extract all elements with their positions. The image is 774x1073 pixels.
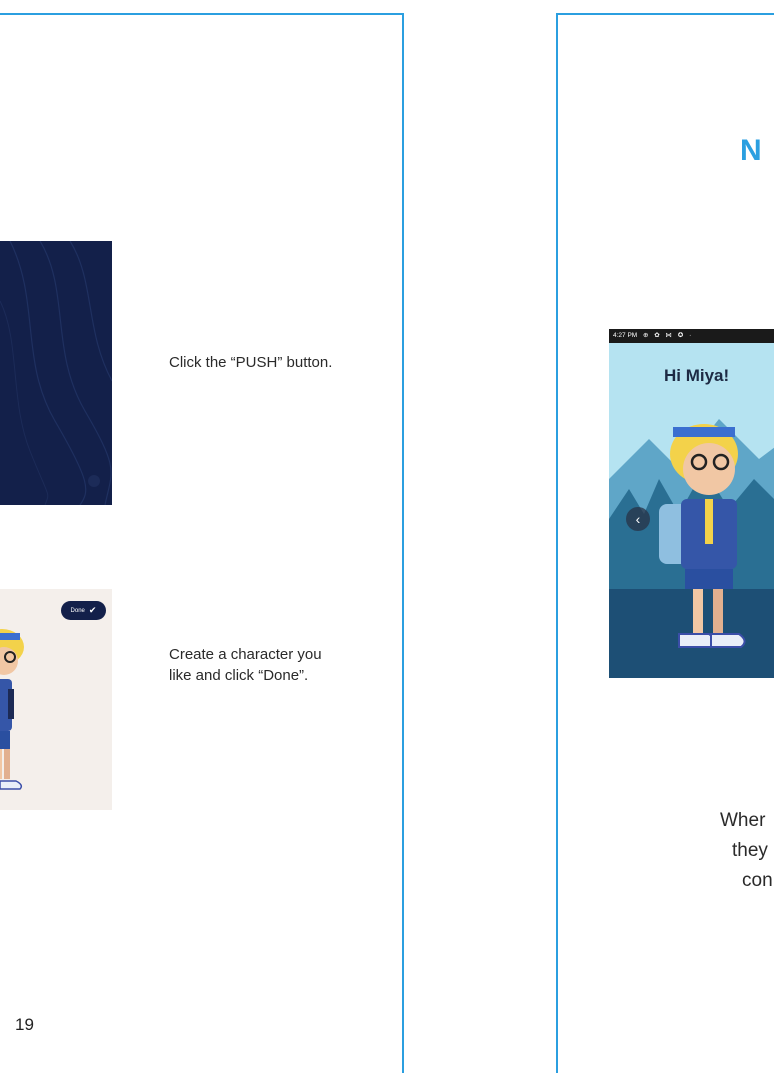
check-icon: ✔ (88, 605, 97, 615)
text-line: con (742, 870, 773, 891)
done-button[interactable]: Done ✔ (61, 601, 106, 620)
page-number: 19 (15, 1015, 34, 1034)
done-label: Done (70, 607, 85, 614)
character-creator-image: Done ✔ (0, 589, 112, 810)
text-line: Wher (720, 810, 766, 831)
chevron-left-icon[interactable]: ‹ (626, 507, 650, 531)
left-page-frame (0, 13, 404, 1073)
push-screen-image (0, 241, 112, 505)
step2-instruction: Create a character you like and click “D… (169, 646, 322, 684)
status-bar: 4:27 PM ⊕ ✿ ⋈ ✪ · (609, 329, 774, 343)
phone-screenshot: 4:27 PM ⊕ ✿ ⋈ ✪ · Hi Miya! ‹ (609, 329, 774, 678)
character-figure (0, 629, 24, 790)
section-heading: N (740, 134, 762, 167)
topographic-background (0, 241, 112, 505)
status-time: 4:27 PM (613, 332, 638, 339)
greeting-text: Hi Miya! (664, 366, 730, 385)
right-page-text: Wher they con (720, 806, 773, 896)
status-icons: ⊕ ✿ ⋈ ✪ · (643, 332, 694, 339)
text-line: they (732, 840, 768, 861)
step1-instruction: Click the “PUSH” button. (169, 354, 333, 371)
